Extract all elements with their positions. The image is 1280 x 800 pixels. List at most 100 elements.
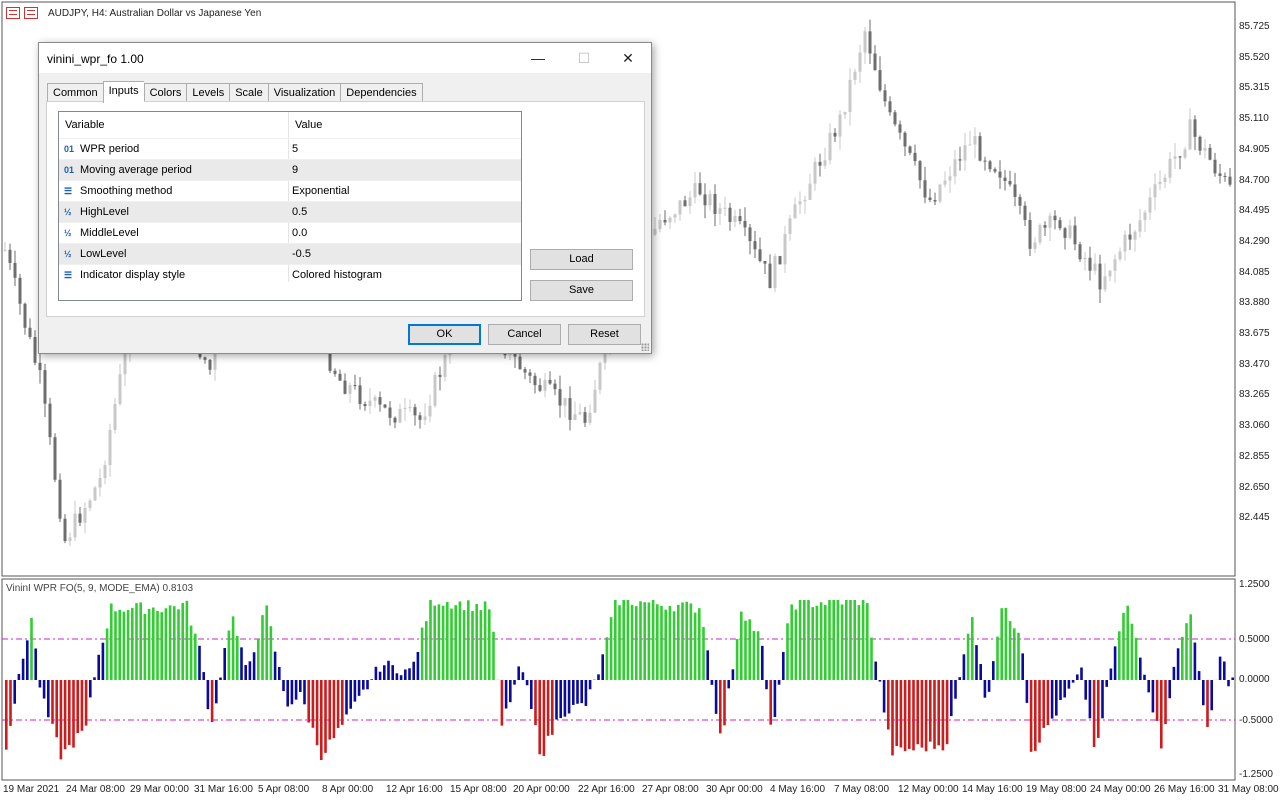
candle-body	[1063, 228, 1067, 238]
candle-body	[713, 194, 717, 214]
histogram-bar	[307, 680, 310, 723]
input-row[interactable]: 01 WPR period 5	[59, 138, 521, 159]
tab-inputs[interactable]: Inputs	[102, 81, 144, 103]
maximize-icon[interactable]: ☐	[561, 43, 607, 73]
reset-button[interactable]: Reset	[568, 324, 641, 345]
input-value[interactable]: Exponential	[292, 185, 350, 197]
histogram-bar	[1050, 680, 1054, 719]
input-value[interactable]: 5	[292, 143, 298, 155]
histogram-bar	[1042, 680, 1045, 728]
candle-body	[953, 159, 957, 177]
histogram-bar	[110, 603, 113, 680]
tab-colors[interactable]: Colors	[143, 83, 187, 103]
input-row[interactable]: 01 Moving average period 9	[59, 159, 521, 180]
value-header[interactable]: Value	[295, 119, 322, 131]
candle-body	[988, 161, 992, 170]
input-value[interactable]: 0.0	[292, 227, 307, 239]
candle-body	[818, 161, 822, 166]
cancel-button[interactable]: Cancel	[488, 324, 561, 345]
histogram-bar	[660, 605, 663, 680]
dialog-titlebar[interactable]: vinini_wpr_fo 1.00 — ☐ ✕	[39, 43, 651, 73]
input-value[interactable]: Colored histogram	[292, 269, 382, 281]
tab-levels[interactable]: Levels	[186, 83, 230, 103]
histogram-bar	[416, 651, 420, 680]
tab-dependencies[interactable]: Dependencies	[340, 83, 423, 103]
candle-body	[733, 216, 737, 222]
tab-scale[interactable]: Scale	[229, 83, 268, 103]
tab-visualization[interactable]: Visualization	[267, 83, 341, 103]
input-row[interactable]: ½ LowLevel -0.5	[59, 243, 521, 264]
candle-body	[723, 207, 727, 209]
input-row[interactable]: ☰ Indicator display style Colored histogra…	[59, 264, 521, 285]
input-row[interactable]: ½ MiddleLevel 0.0	[59, 222, 521, 243]
candle-body	[813, 161, 817, 184]
histogram-bar	[1109, 668, 1113, 680]
tab-common[interactable]: Common	[47, 83, 103, 103]
histogram-bar	[1034, 680, 1037, 751]
histogram-bar	[509, 680, 512, 703]
candle-body	[738, 216, 742, 221]
candle-body	[908, 146, 912, 153]
price-tick-label: 82.855	[1239, 450, 1270, 462]
variable-header[interactable]: Variable	[65, 119, 105, 131]
candle-body	[938, 184, 942, 202]
histogram-bar	[903, 680, 907, 752]
histogram-bar	[1172, 666, 1176, 680]
resize-grip-icon[interactable]	[641, 343, 649, 351]
candle-body	[768, 263, 772, 289]
ok-button[interactable]: OK	[408, 324, 481, 345]
candle-body	[418, 415, 422, 420]
time-tick-label: 5 Apr 08:00	[258, 784, 310, 795]
histogram-bar	[912, 680, 915, 751]
input-value[interactable]: 9	[292, 164, 298, 176]
histogram-bar	[336, 680, 340, 728]
histogram-bar	[80, 680, 84, 731]
histogram-bar	[294, 680, 298, 700]
histogram-bar	[412, 661, 415, 680]
histogram-bar	[1084, 680, 1087, 700]
histogram-bar	[1197, 671, 1201, 680]
histogram-bar	[202, 672, 205, 680]
histogram-bar	[525, 680, 529, 686]
histogram-bar	[706, 650, 709, 680]
histogram-bar	[189, 625, 193, 680]
price-tick-label: 85.315	[1239, 82, 1270, 94]
histogram-bar	[819, 602, 823, 680]
histogram-bar	[647, 602, 651, 680]
candle-body	[673, 214, 677, 218]
candle-body	[993, 169, 997, 172]
histogram-bar	[769, 680, 772, 725]
input-row[interactable]: ☰ Smoothing method Exponential	[59, 180, 521, 201]
chart-window-icon[interactable]	[6, 7, 20, 19]
candle-body	[913, 152, 917, 162]
candle-body	[1113, 259, 1117, 271]
candle-body	[793, 204, 797, 219]
input-value[interactable]: -0.5	[292, 248, 311, 260]
histogram-bar	[1189, 614, 1192, 680]
candle-body	[348, 385, 352, 394]
histogram-bar	[576, 680, 579, 704]
symbol-icon[interactable]	[24, 7, 38, 19]
save-button[interactable]: Save	[530, 280, 633, 301]
histogram-bar	[194, 633, 197, 680]
candle-body	[1053, 215, 1057, 221]
input-value[interactable]: 0.5	[292, 206, 307, 218]
histogram-bar	[689, 603, 693, 680]
candle-body	[773, 256, 777, 289]
minimize-icon[interactable]: —	[515, 43, 561, 73]
time-tick-label: 24 Mar 08:00	[66, 784, 125, 795]
candle-body	[73, 513, 77, 538]
histogram-bar	[866, 603, 869, 680]
input-row[interactable]: ½ HighLevel 0.5	[59, 201, 521, 222]
histogram-bar	[383, 665, 386, 680]
histogram-bar	[740, 611, 743, 680]
candle-body	[1118, 251, 1122, 260]
candle-body	[983, 160, 987, 162]
load-button[interactable]: Load	[530, 249, 633, 270]
histogram-bar	[790, 604, 793, 680]
histogram-bar	[399, 675, 403, 680]
candle-body	[63, 518, 67, 542]
candle-body	[1203, 147, 1207, 151]
candle-body	[83, 507, 87, 523]
close-icon[interactable]: ✕	[605, 43, 651, 73]
